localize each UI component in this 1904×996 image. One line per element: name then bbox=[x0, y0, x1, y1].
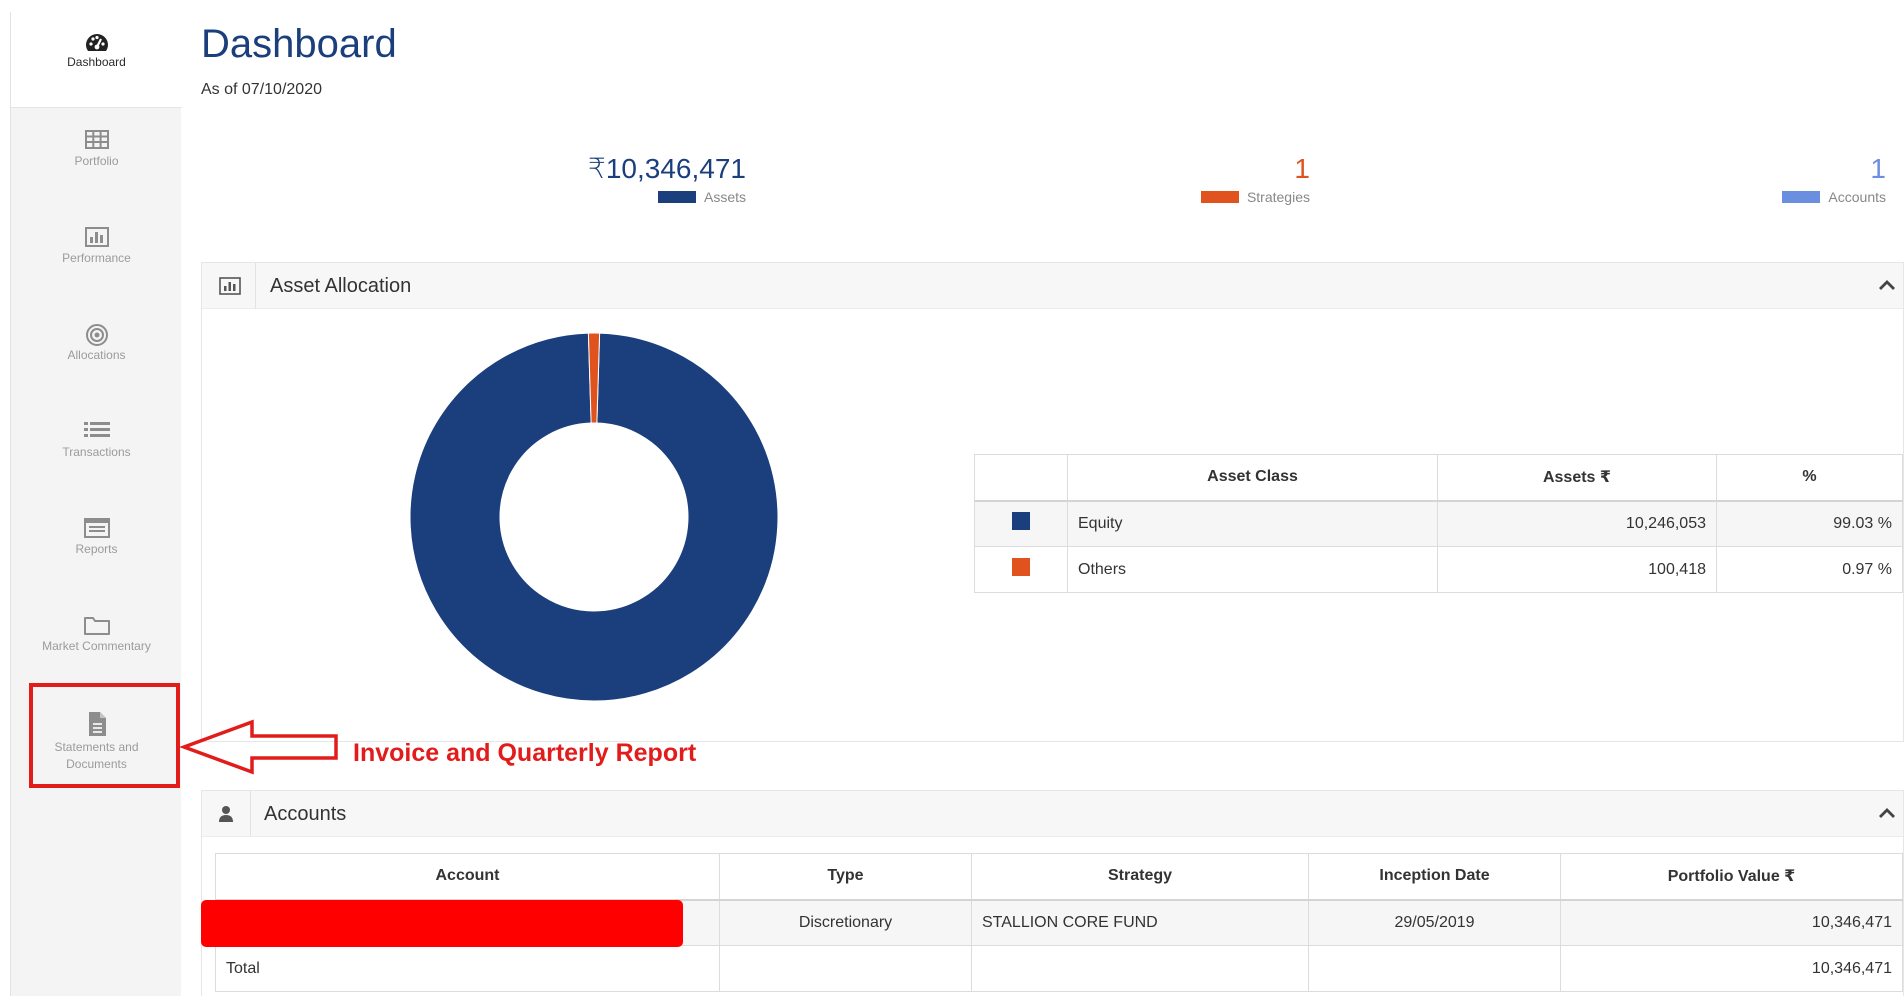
asset-class-cell: Equity bbox=[1067, 500, 1438, 547]
legend-swatch-assets bbox=[657, 191, 696, 204]
sidebar-item-transactions[interactable]: Transactions bbox=[11, 400, 182, 496]
legend-swatch-strategies bbox=[1200, 191, 1239, 204]
sidebar-item-portfolio[interactable]: Portfolio bbox=[11, 109, 182, 205]
percent-cell: 0.97 % bbox=[1716, 546, 1903, 593]
column-header-type: Type bbox=[719, 853, 972, 901]
callout-text: Invoice and Quarterly Report bbox=[353, 739, 697, 767]
as-of-date: As of 07/10/2020 bbox=[201, 81, 322, 98]
sidebar-item-label: Market Commentary bbox=[42, 639, 151, 653]
accounts-panel: Accounts Account Type Strategy Inception… bbox=[201, 790, 1904, 996]
total-value: 10,346,471 bbox=[1560, 945, 1903, 992]
sidebar-item-label: Performance bbox=[62, 251, 131, 265]
panel-title: Asset Allocation bbox=[270, 275, 412, 297]
assets-cell: 100,418 bbox=[1437, 546, 1717, 593]
callout-arrow-icon bbox=[180, 719, 338, 775]
legend-swatch-accounts bbox=[1782, 191, 1821, 204]
column-header-inception-date: Inception Date bbox=[1308, 853, 1561, 901]
bar-chart-icon bbox=[11, 226, 182, 252]
column-header-assets: Assets ₹ bbox=[1437, 454, 1717, 502]
type-cell: Discretionary bbox=[719, 899, 972, 946]
kpi-strategies-label: Strategies bbox=[1246, 189, 1310, 205]
list-icon bbox=[11, 420, 182, 446]
allocation-donut-chart bbox=[409, 332, 779, 702]
sidebar-item-label: Reports bbox=[75, 542, 118, 556]
report-icon bbox=[11, 517, 182, 543]
panel-title: Accounts bbox=[264, 803, 347, 825]
legend-swatch-equity bbox=[1012, 512, 1030, 531]
kpi-accounts: 1 Accounts bbox=[1782, 153, 1886, 205]
target-icon bbox=[11, 323, 182, 349]
column-header-account: Account bbox=[215, 853, 720, 901]
sidebar-item-label: Dashboard bbox=[67, 55, 126, 69]
accounts-header: Accounts bbox=[202, 791, 1903, 837]
sidebar-item-label: Portfolio bbox=[74, 154, 119, 168]
kpi-accounts-value: 1 bbox=[1870, 153, 1886, 184]
percent-cell: 99.03 % bbox=[1716, 500, 1903, 547]
user-icon bbox=[202, 791, 251, 837]
callout-highlight-box bbox=[29, 683, 180, 788]
column-header-swatch bbox=[974, 454, 1068, 502]
table-grid-icon bbox=[11, 129, 182, 155]
asset-class-table: Asset Class Assets ₹ % Equity 10,246,053… bbox=[974, 454, 1903, 593]
portfolio-value-cell: 10,346,471 bbox=[1560, 899, 1903, 946]
table-row: Others 100,418 0.97 % bbox=[974, 546, 1903, 593]
sidebar-item-reports[interactable]: Reports bbox=[11, 497, 182, 593]
total-row: Total 10,346,471 bbox=[215, 945, 1903, 992]
folder-icon bbox=[11, 614, 182, 640]
sidebar-item-dashboard[interactable]: Dashboard bbox=[11, 12, 182, 108]
sidebar-nav: Dashboard Portfolio Performance Allocati… bbox=[10, 12, 182, 996]
chevron-up-icon[interactable] bbox=[1877, 277, 1897, 298]
inception-date-cell: 29/05/2019 bbox=[1308, 899, 1561, 946]
sidebar-item-market-commentary[interactable]: Market Commentary bbox=[11, 594, 182, 690]
sidebar-item-label: Allocations bbox=[67, 348, 126, 362]
kpi-assets-value: ₹10,346,471 bbox=[588, 153, 746, 184]
column-header-portfolio-value: Portfolio Value ₹ bbox=[1560, 853, 1903, 901]
strategy-cell: STALLION CORE FUND bbox=[971, 899, 1309, 946]
kpi-assets: ₹10,346,471 Assets bbox=[588, 153, 746, 205]
legend-swatch-others bbox=[1012, 558, 1030, 576]
kpi-accounts-label: Accounts bbox=[1828, 189, 1886, 205]
kpi-assets-label: Assets bbox=[703, 189, 746, 205]
column-header-asset-class: Asset Class bbox=[1067, 454, 1438, 502]
total-label: Total bbox=[215, 945, 720, 992]
page-title: Dashboard bbox=[201, 22, 397, 66]
bar-chart-icon bbox=[202, 263, 256, 309]
chevron-up-icon[interactable] bbox=[1877, 805, 1897, 826]
assets-cell: 10,246,053 bbox=[1437, 500, 1717, 547]
column-header-percent: % bbox=[1716, 454, 1903, 502]
sidebar-item-allocations[interactable]: Allocations bbox=[11, 303, 182, 399]
asset-allocation-header: Asset Allocation bbox=[202, 263, 1903, 309]
column-header-strategy: Strategy bbox=[971, 853, 1309, 901]
asset-allocation-panel: Asset Allocation Asset Class Assets ₹ % … bbox=[201, 262, 1904, 742]
sidebar-item-label: Transactions bbox=[62, 445, 131, 459]
table-row: Equity 10,246,053 99.03 % bbox=[974, 500, 1903, 547]
kpi-strategies-value: 1 bbox=[1294, 153, 1310, 184]
kpi-strategies: 1 Strategies bbox=[1200, 153, 1310, 205]
sidebar-item-performance[interactable]: Performance bbox=[11, 206, 182, 302]
asset-class-cell: Others bbox=[1067, 546, 1438, 593]
redaction-bar bbox=[201, 900, 683, 947]
